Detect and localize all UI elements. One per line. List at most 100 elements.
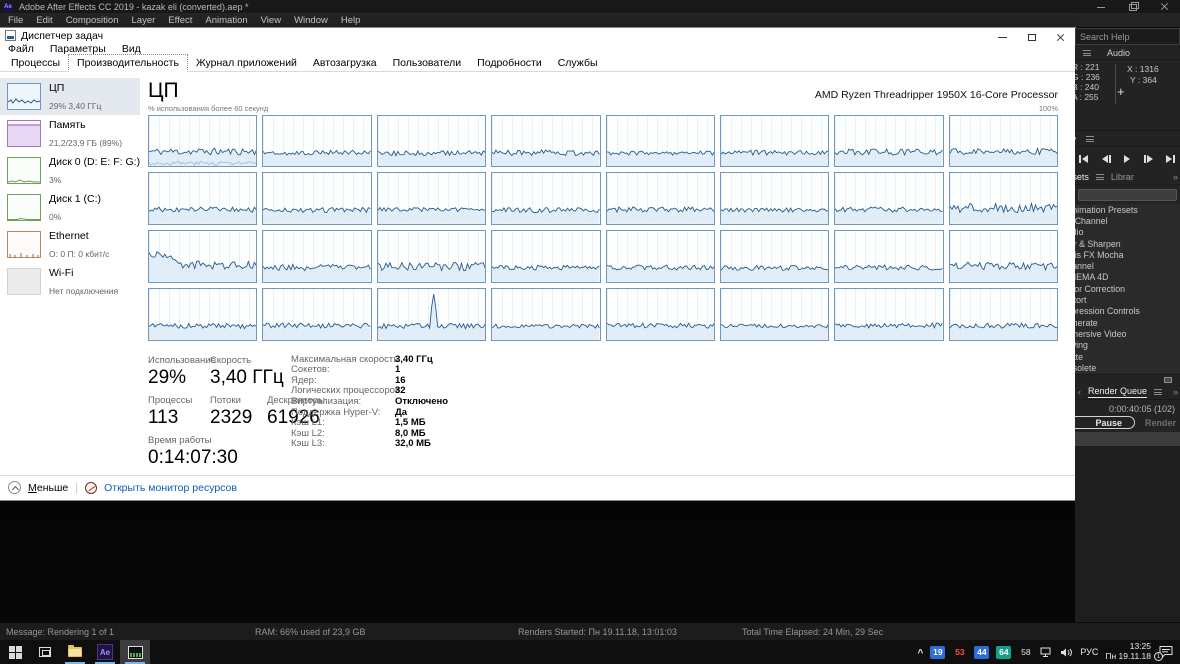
effects-category[interactable]: Color Correction [1075,283,1180,294]
info-panel: R : 221 G : 236 B : 240 A : 255 + X : 13… [1075,60,1180,130]
cpu-thumbnail-icon [7,82,41,110]
tm-close-button[interactable] [1046,28,1075,46]
after-effects-icon: Ae [97,644,113,660]
task-manager-taskbar-button[interactable] [120,640,150,664]
tray-expand-icon[interactable]: ^ [918,648,924,659]
panel-menu-icon[interactable] [1095,174,1104,180]
tm-maximize-button[interactable] [1017,28,1046,46]
ae-menu-animation[interactable]: Animation [205,15,247,26]
cpu-core-graph [948,114,1058,168]
ae-restore-icon[interactable] [1128,1,1139,12]
effects-category[interactable]: * Animation Presets [1075,204,1180,215]
ae-menu-view[interactable]: View [261,15,281,26]
stat-l3-value: 32,0 МБ [395,438,431,450]
tab-users[interactable]: Пользователи [385,55,470,71]
effects-category[interactable]: CINEMA 4D [1075,272,1180,283]
sidebar-item-cpu[interactable]: ЦП 29% 3,40 ГГц [0,77,140,115]
info-audio-tab-bar: Audio [1075,46,1180,60]
panel-overflow-icon[interactable]: » [1173,387,1178,397]
tab-details[interactable]: Подробности [469,55,550,71]
effects-category[interactable]: Keying [1075,340,1180,351]
cpu-core-graph [491,172,601,226]
ae-menubar: File Edit Composition Layer Effect Anima… [0,13,1180,28]
tab-render-queue[interactable]: Render Queue [1088,386,1148,398]
volume-icon[interactable] [1060,647,1073,658]
tm-minimize-button[interactable] [988,28,1017,46]
panel-overflow-icon[interactable]: » [1173,172,1178,182]
tab-processes[interactable]: Процессы [3,55,68,71]
network-icon[interactable] [1040,647,1053,658]
ae-menu-help[interactable]: Help [341,15,361,26]
tab-services[interactable]: Службы [550,55,606,71]
sidebar-item-disk0[interactable]: Диск 0 (D: E: F: G:) 3% [0,152,140,189]
ae-menu-effect[interactable]: Effect [168,15,192,26]
ae-menu-file[interactable]: File [8,15,23,26]
cpu-core-graph [834,230,944,283]
effects-category[interactable]: Channel [1075,260,1180,271]
tab-app-history[interactable]: Журнал приложений [188,55,305,71]
panel-menu-icon[interactable] [1086,136,1095,142]
ae-close-icon[interactable] [1160,2,1170,12]
effects-category[interactable]: Generate [1075,317,1180,328]
ae-menu-layer[interactable]: Layer [132,15,156,26]
sidebar-item-disk1[interactable]: Диск 1 (C:) 0% [0,189,140,226]
tm-menu-file[interactable]: Файл [8,43,34,55]
effects-category[interactable]: Audio [1075,227,1180,238]
effects-category[interactable]: Expression Controls [1075,306,1180,317]
panel-menu-icon[interactable] [1083,49,1091,56]
open-resource-monitor-link[interactable]: Открыть монитор ресурсов [104,482,237,494]
panel-scroll-left-icon[interactable]: ‹ [1078,387,1081,397]
last-frame-button[interactable] [1166,155,1175,163]
play-button[interactable] [1124,155,1130,163]
previous-frame-button[interactable] [1101,155,1111,163]
cpu-core-graph [719,114,830,168]
panel-menu-icon[interactable] [1154,389,1163,395]
tab-startup[interactable]: Автозагрузка [305,55,385,71]
file-explorer-button[interactable] [60,640,90,664]
ae-menu-window[interactable]: Window [294,15,328,26]
memory-thumbnail-icon [7,119,41,147]
tray-badge[interactable]: 44 [974,645,990,659]
cpu-stats: Использование 29% Скорость 3,40 ГГц Проц… [148,354,1058,475]
sidebar-disk1-sub: 0% [49,212,62,223]
tab-performance[interactable]: Производительность [68,53,188,72]
effects-category[interactable]: Matte [1075,351,1180,362]
start-button[interactable] [0,640,30,664]
info-r: R : 221 [1075,62,1100,72]
effects-category[interactable]: 3D Channel [1075,215,1180,226]
tab-effects-presets[interactable]: Effects & Presets [1075,172,1089,182]
sidebar-item-wifi[interactable]: Wi-Fi Нет подключения [0,263,140,300]
render-button[interactable]: Render [1145,418,1176,428]
effects-category[interactable]: Blur & Sharpen [1075,238,1180,249]
ae-menu-composition[interactable]: Composition [66,15,119,26]
pause-button[interactable]: Pause [1075,416,1135,429]
task-view-button[interactable] [30,640,60,664]
tray-badge[interactable]: 53 [952,646,967,659]
tab-audio[interactable]: Audio [1107,48,1130,58]
screen: Ae Adobe After Effects CC 2019 - kazak e… [0,0,1180,664]
fewer-details-button[interactable]: Меньше [28,482,68,494]
tab-preview[interactable]: Preview [1075,134,1076,144]
render-timecode: 0:00:40:05 (102) [1108,404,1175,414]
after-effects-taskbar-button[interactable]: Ae [90,640,120,664]
tray-badge[interactable]: 58 [1018,646,1033,659]
ae-minimize-icon[interactable] [1096,2,1106,12]
tray-badge[interactable]: 64 [996,645,1012,659]
effects-category[interactable]: Boris FX Mocha [1075,249,1180,260]
effects-category[interactable]: Distort [1075,294,1180,305]
effects-search-input[interactable] [1078,189,1177,201]
first-frame-button[interactable] [1079,155,1088,163]
new-folder-icon[interactable] [1164,377,1172,383]
tab-libraries[interactable]: Librar [1111,172,1134,182]
language-indicator[interactable]: РУС [1080,647,1098,657]
sidebar-item-memory[interactable]: Память 21,2/23,9 ГБ (89%) [0,115,140,152]
effects-category[interactable]: Immersive Video [1075,328,1180,339]
ae-menu-edit[interactable]: Edit [36,15,52,26]
notification-center-icon[interactable]: 1 [1154,645,1174,661]
help-search-input[interactable] [1075,28,1180,45]
next-frame-button[interactable] [1143,155,1153,163]
sidebar-item-ethernet[interactable]: Ethernet О: 0 П: 0 кбит/с [0,226,140,263]
taskbar-clock[interactable]: 13:25 Пн 19.11.18 [1105,641,1151,662]
tray-badge[interactable]: 19 [930,645,946,659]
effects-category[interactable]: Obsolete [1075,362,1180,373]
